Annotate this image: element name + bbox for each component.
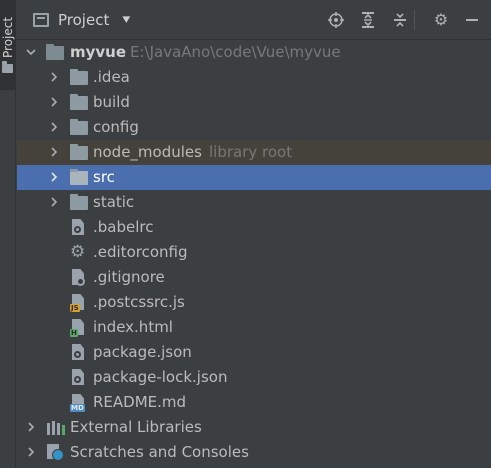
tree-scratches[interactable]: Scratches and Consoles <box>17 440 491 465</box>
tree-folder-library[interactable]: node_modules library root <box>17 140 491 165</box>
external-libraries-label: External Libraries <box>70 418 202 436</box>
chevron-right-icon[interactable] <box>24 415 38 440</box>
md-badge: MD <box>70 404 85 412</box>
header-divider <box>414 10 415 30</box>
json-file-icon <box>70 369 86 387</box>
project-tool-tab-label: Project <box>1 16 15 58</box>
chevron-right-icon[interactable] <box>47 65 61 90</box>
folder-icon <box>70 194 88 210</box>
file-label: .editorconfig <box>93 243 188 261</box>
json-file-icon <box>70 344 86 362</box>
folder-icon <box>70 119 88 135</box>
file-label: .gitignore <box>93 268 165 286</box>
minimize-icon[interactable] <box>460 8 484 32</box>
file-label: package-lock.json <box>93 368 228 386</box>
project-view-title[interactable]: Project <box>58 11 109 29</box>
expand-all-icon[interactable] <box>356 8 380 32</box>
gear-icon[interactable]: ⚙ <box>429 8 453 32</box>
tree-file[interactable]: .babelrc <box>17 215 491 240</box>
gear-file-icon: ⚙ <box>70 242 86 262</box>
chevron-right-icon[interactable] <box>47 190 61 215</box>
js-file-icon: JS <box>70 294 86 312</box>
folder-label: config <box>93 118 139 136</box>
tree-root[interactable]: myvue E:\JavaAno\code\Vue\myvue <box>17 40 491 65</box>
chevron-right-icon[interactable] <box>47 140 61 165</box>
project-tree: myvue E:\JavaAno\code\Vue\myvue .idea bu… <box>17 40 491 468</box>
markdown-file-icon: MD <box>70 394 86 412</box>
collapse-all-icon[interactable] <box>388 8 412 32</box>
file-label: .babelrc <box>93 218 154 236</box>
project-tool-tab[interactable]: Project <box>0 0 16 90</box>
tree-file[interactable]: H index.html <box>17 315 491 340</box>
chevron-right-icon[interactable] <box>47 90 61 115</box>
folder-icon <box>70 69 88 85</box>
tree-folder[interactable]: build <box>17 90 491 115</box>
folder-label: static <box>93 193 135 211</box>
folder-icon <box>46 44 64 60</box>
library-icon <box>47 421 65 435</box>
folder-icon <box>70 144 88 160</box>
file-label: README.md <box>93 393 187 411</box>
tree-file[interactable]: package-lock.json <box>17 365 491 390</box>
project-header: Project ▾ ⚙ <box>17 0 491 40</box>
file-label: .postcssrc.js <box>93 293 185 311</box>
tree-folder-selected[interactable]: src <box>17 165 491 190</box>
file-label: index.html <box>93 318 173 336</box>
root-path: E:\JavaAno\code\Vue\myvue <box>130 43 341 61</box>
root-name: myvue <box>70 43 127 61</box>
tree-folder[interactable]: .idea <box>17 65 491 90</box>
chevron-right-icon[interactable] <box>24 440 38 465</box>
scratch-icon <box>47 444 65 462</box>
folder-label: src <box>93 168 115 186</box>
project-view-icon <box>33 13 49 27</box>
folder-label: .idea <box>93 68 130 86</box>
chevron-right-icon[interactable] <box>47 115 61 140</box>
tree-external-libraries[interactable]: External Libraries <box>17 415 491 440</box>
js-badge: JS <box>70 304 80 312</box>
folder-icon <box>2 61 13 73</box>
html-badge: H <box>70 329 78 337</box>
ignore-file-icon <box>70 269 86 287</box>
tree-file[interactable]: MD README.md <box>17 390 491 415</box>
file-label: package.json <box>93 343 192 361</box>
tree-file[interactable]: .gitignore <box>17 265 491 290</box>
chevron-down-icon[interactable] <box>24 40 38 65</box>
scratches-label: Scratches and Consoles <box>70 443 249 461</box>
crosshair-icon[interactable] <box>324 8 348 32</box>
tree-file[interactable]: package.json <box>17 340 491 365</box>
folder-icon <box>70 169 88 185</box>
tree-file[interactable]: ⚙ .editorconfig <box>17 240 491 265</box>
caret-down-icon[interactable]: ▾ <box>122 12 130 27</box>
chevron-right-icon[interactable] <box>47 165 61 190</box>
tree-folder[interactable]: config <box>17 115 491 140</box>
html-file-icon: H <box>70 319 86 337</box>
tree-folder[interactable]: static <box>17 190 491 215</box>
folder-label: node_modules <box>93 143 202 161</box>
folder-label: build <box>93 93 130 111</box>
config-file-icon <box>70 219 86 237</box>
folder-icon <box>70 94 88 110</box>
tree-file[interactable]: JS .postcssrc.js <box>17 290 491 315</box>
library-root-hint: library root <box>209 143 293 161</box>
tool-window-strip: Project <box>0 0 16 468</box>
